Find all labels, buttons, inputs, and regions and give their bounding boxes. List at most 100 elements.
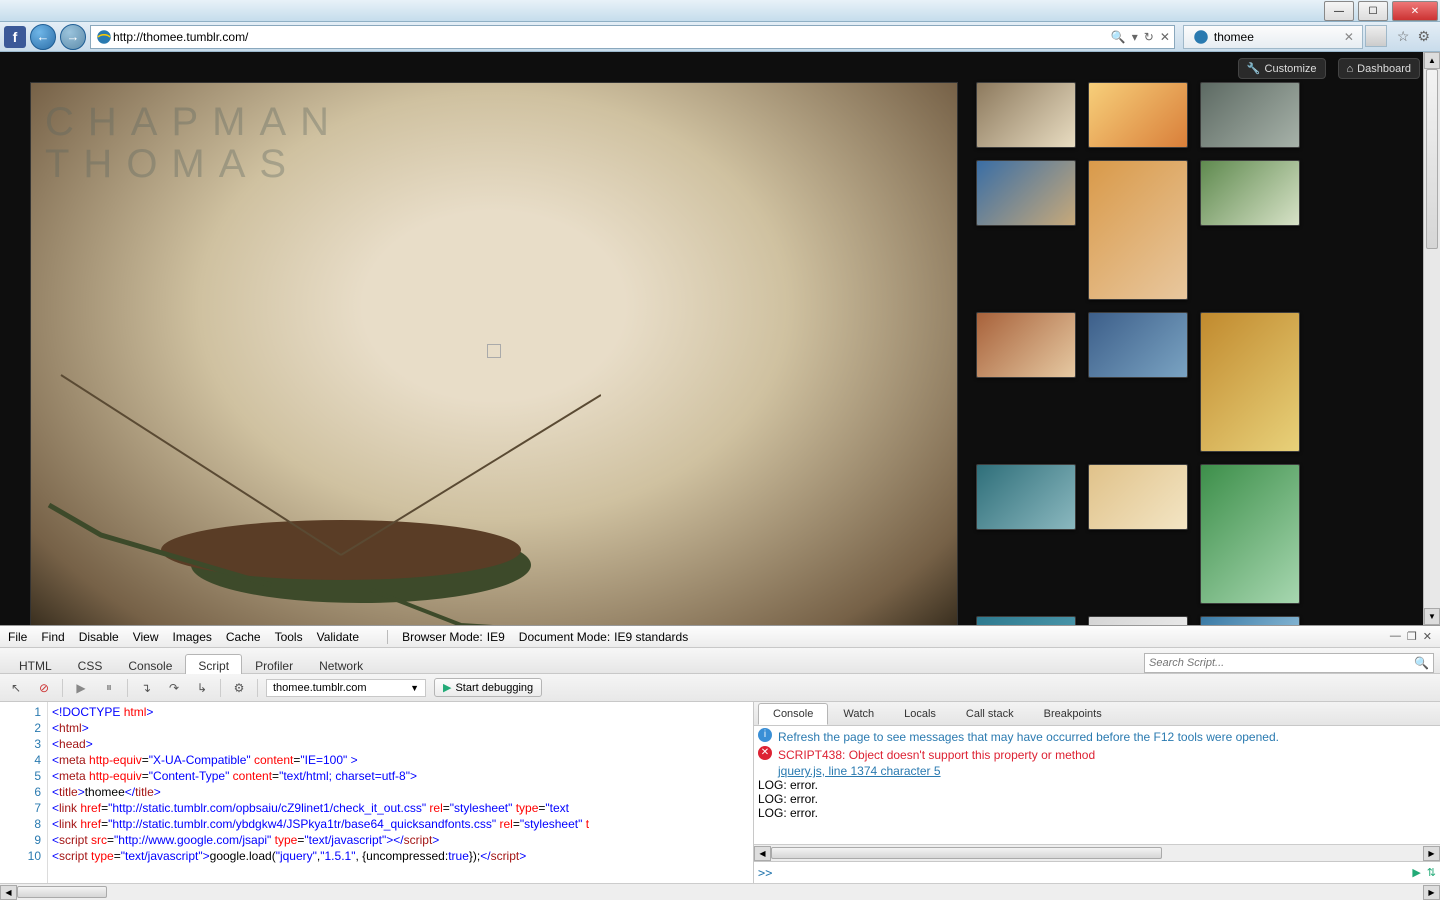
window-maximize-button[interactable]: ☐ [1358, 1, 1388, 21]
script-file-dropdown[interactable]: thomee.tumblr.com ▼ [266, 679, 426, 697]
devtools-menu-item[interactable]: Find [41, 630, 64, 644]
scroll-thumb[interactable] [1426, 69, 1438, 249]
photo-thumbnail[interactable] [1088, 464, 1188, 530]
photo-thumbnail[interactable] [976, 160, 1076, 226]
configuration-icon[interactable]: ⚙ [229, 678, 249, 698]
continue-icon[interactable]: ▶ [71, 678, 91, 698]
devtools-menu-item[interactable]: View [133, 630, 159, 644]
console-tab-locals[interactable]: Locals [889, 703, 951, 725]
line-number-gutter: 12345678910 [0, 702, 48, 883]
devtools-minimize-icon[interactable]: — [1390, 630, 1401, 643]
insect-illustration [41, 355, 601, 625]
scroll-down-icon[interactable]: ▼ [1424, 608, 1440, 625]
pause-icon[interactable]: ⏸ [99, 678, 119, 698]
devtools-menu-item[interactable]: Validate [317, 630, 359, 644]
devtools-menu-item[interactable]: Cache [226, 630, 261, 644]
photo-thumbnail[interactable] [976, 82, 1076, 148]
photo-thumbnail[interactable] [1088, 82, 1188, 148]
console-multiline-icon[interactable]: ⇅ [1427, 866, 1436, 879]
browser-mode-value[interactable]: IE9 [487, 630, 505, 644]
search-script-box[interactable]: 🔍 [1144, 653, 1434, 673]
window-minimize-button[interactable]: — [1324, 1, 1354, 21]
chevron-down-icon: ▼ [410, 683, 419, 693]
info-icon: i [758, 728, 772, 742]
console-input-row: >> ▶ ⇅ [754, 861, 1440, 883]
tab-close-icon[interactable]: ✕ [1344, 30, 1354, 44]
console-tab-call-stack[interactable]: Call stack [951, 703, 1029, 725]
console-tab-watch[interactable]: Watch [828, 703, 889, 725]
console-input[interactable] [776, 866, 1408, 880]
start-debugging-button[interactable]: ▶ Start debugging [434, 678, 542, 697]
photo-thumbnail[interactable] [1088, 160, 1188, 300]
devtools-panel: File Find Disable View Images Cache Tools Valid… [0, 625, 1440, 900]
console-tab-console[interactable]: Console [758, 703, 828, 725]
photo-thumbnail[interactable] [976, 616, 1076, 625]
devtools-close-icon[interactable]: ✕ [1423, 630, 1432, 643]
browser-tab[interactable]: thomee ✕ [1183, 25, 1363, 49]
browser-toolbar: f ← → 🔍 ▾ ↻ ✕ thomee ✕ ☆ ⚙ [0, 22, 1440, 52]
photo-thumbnail[interactable] [1200, 616, 1300, 625]
devtools-menu-item[interactable]: File [8, 630, 27, 644]
new-tab-button[interactable] [1365, 25, 1387, 47]
photo-watermark: CHAPMAN THOMAS [45, 101, 343, 185]
wrench-icon: 🔧 [1247, 62, 1261, 75]
photo-thumbnail[interactable] [976, 312, 1076, 378]
photo-thumbnail[interactable] [1200, 312, 1300, 452]
page-vertical-scrollbar[interactable]: ▲ ▼ [1423, 52, 1440, 625]
console-run-icon[interactable]: ▶ [1412, 866, 1420, 879]
browser-mode-label: Browser Mode: [402, 630, 483, 644]
devtools-unpin-icon[interactable]: ❐ [1407, 630, 1417, 643]
step-over-icon[interactable]: ↷ [164, 678, 184, 698]
photo-thumbnail[interactable] [1088, 616, 1188, 625]
window-titlebar: — ☐ ✕ [0, 0, 1440, 22]
select-element-icon[interactable]: ↖ [6, 678, 26, 698]
ie-logo-icon [95, 28, 113, 46]
back-button[interactable]: ← [30, 24, 56, 50]
console-log-line: LOG: error. [758, 792, 1436, 806]
photo-thumbnail[interactable] [976, 464, 1076, 530]
devtools-menubar: File Find Disable View Images Cache Tools Valid… [0, 626, 1440, 648]
step-into-icon[interactable]: ↴ [136, 678, 156, 698]
ie-favicon-icon [1192, 28, 1210, 46]
devtools-menu-item[interactable]: Tools [275, 630, 303, 644]
favorites-icon[interactable]: ☆ [1397, 28, 1410, 45]
refresh-icon[interactable]: ↻ [1144, 30, 1154, 44]
forward-button[interactable]: → [60, 24, 86, 50]
clear-icon[interactable]: ⊘ [34, 678, 54, 698]
console-log-line: LOG: error. [758, 778, 1436, 792]
url-input[interactable] [113, 30, 1111, 44]
search-icon[interactable]: 🔍 [1111, 30, 1126, 44]
dropdown-icon[interactable]: ▾ [1132, 30, 1138, 44]
facebook-icon[interactable]: f [4, 26, 26, 48]
tools-gear-icon[interactable]: ⚙ [1417, 28, 1430, 45]
window-close-button[interactable]: ✕ [1392, 1, 1438, 21]
search-icon[interactable]: 🔍 [1414, 656, 1429, 670]
dashboard-button[interactable]: ⌂Dashboard [1338, 58, 1420, 79]
photo-thumbnail[interactable] [1200, 160, 1300, 226]
search-script-input[interactable] [1149, 657, 1414, 669]
address-bar[interactable]: 🔍 ▾ ↻ ✕ [90, 25, 1175, 49]
main-photo[interactable]: CHAPMAN THOMAS [30, 82, 958, 625]
devtools-tab-strip: HTMLCSSConsoleScriptProfilerNetwork 🔍 [0, 648, 1440, 674]
photo-thumbnail[interactable] [1200, 82, 1300, 148]
devtools-menu-item[interactable]: Disable [79, 630, 119, 644]
scroll-up-icon[interactable]: ▲ [1424, 52, 1440, 69]
photo-thumbnails [976, 82, 1316, 625]
console-output: iRefresh the page to see messages that m… [754, 726, 1440, 844]
document-mode-value[interactable]: IE9 standards [614, 630, 688, 644]
photo-thumbnail[interactable] [1200, 464, 1300, 604]
photo-thumbnail[interactable] [1088, 312, 1188, 378]
document-mode-label: Document Mode: [519, 630, 610, 644]
console-tab-breakpoints[interactable]: Breakpoints [1029, 703, 1117, 725]
customize-button[interactable]: 🔧Customize [1238, 58, 1326, 79]
console-horizontal-scrollbar[interactable]: ◀▶ [754, 844, 1440, 861]
error-source-link[interactable]: jquery.js, line 1374 character 5 [758, 764, 1436, 778]
devtools-toolbar: ↖ ⊘ ▶ ⏸ ↴ ↷ ↳ ⚙ thomee.tumblr.com ▼ ▶ St… [0, 674, 1440, 702]
source-code[interactable]: <!DOCTYPE html><html><head><meta http-eq… [48, 702, 753, 883]
devtools-menu-item[interactable]: Images [173, 630, 212, 644]
stop-icon[interactable]: ✕ [1160, 30, 1170, 44]
source-horizontal-scrollbar[interactable]: ◀▶ [0, 883, 1440, 900]
step-out-icon[interactable]: ↳ [192, 678, 212, 698]
console-tab-strip: ConsoleWatchLocalsCall stackBreakpoints [754, 702, 1440, 726]
home-icon: ⌂ [1347, 63, 1354, 75]
